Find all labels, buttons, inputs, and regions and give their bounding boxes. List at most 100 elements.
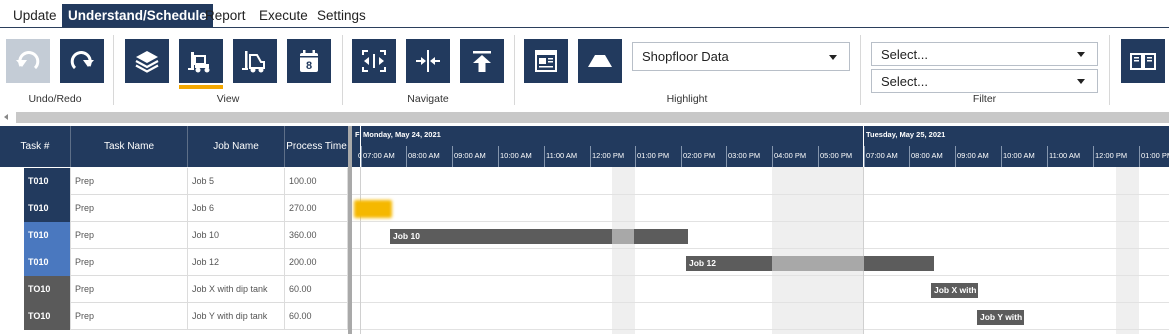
undo-icon — [16, 50, 40, 70]
grid-header: Task # Task Name Job Name Process Time — [0, 126, 348, 167]
compress-button[interactable] — [406, 39, 450, 83]
divider — [1109, 35, 1110, 105]
bar-label: Job Y with — [980, 312, 1023, 322]
scroll-top-button[interactable] — [460, 39, 504, 83]
chevron-down-icon — [829, 54, 837, 60]
table-row[interactable]: T010 Prep Job 10 360.00 — [0, 222, 348, 249]
menu-understand-schedule[interactable]: Understand/Schedule — [62, 4, 213, 27]
calendar-button[interactable]: 8 — [287, 39, 331, 83]
gantt-row — [352, 276, 1169, 303]
gantt-bar-job-10[interactable]: Job 10 — [390, 229, 688, 244]
hour-label: 11:00 AM — [546, 151, 578, 160]
menu-report[interactable]: Report — [199, 4, 252, 27]
task-name-cell: Prep — [71, 276, 188, 303]
menu-settings[interactable]: Settings — [311, 4, 372, 27]
filter-select-2[interactable]: Select... — [871, 69, 1098, 93]
report-icon — [535, 50, 557, 72]
hour-tick — [498, 146, 499, 167]
forklift-view-button[interactable] — [179, 39, 223, 83]
divider — [860, 35, 861, 105]
task-name-cell: Prep — [71, 303, 188, 330]
divider — [113, 35, 114, 105]
task-name-cell: Prep — [71, 168, 188, 195]
undo-button[interactable] — [6, 39, 50, 83]
gantt-bar-job-y[interactable]: Job Y with — [977, 310, 1024, 325]
hour-tick — [635, 146, 636, 167]
hour-tick — [406, 146, 407, 167]
bar-label: Job 12 — [689, 258, 716, 268]
task-name-cell: Prep — [71, 195, 188, 222]
task-number-cell: TO10 — [24, 276, 71, 303]
gantt-chart: F Monday, May 24, 2021 Tuesday, May 25, … — [352, 126, 1169, 334]
gantt-bar-job-x[interactable]: Job X with — [931, 283, 978, 298]
job-name-cell: Job Y with dip tank — [188, 303, 285, 330]
menu-bar: Update Understand/Schedule Report Execut… — [0, 0, 1169, 28]
table-row[interactable]: T010 Prep Job 12 200.00 — [0, 249, 348, 276]
job-name-cell: Job 5 — [188, 168, 285, 195]
hour-label: 12:00 PM — [592, 151, 625, 160]
layers-button[interactable] — [125, 39, 169, 83]
table-row[interactable]: T010 Prep Job 6 270.00 — [0, 195, 348, 222]
filter-select-1-value: Select... — [881, 46, 928, 62]
redo-icon — [70, 50, 94, 70]
bar-segment — [772, 256, 864, 271]
book-icon — [1130, 53, 1156, 70]
gantt-bar-job-6[interactable] — [354, 200, 392, 218]
row-indicator — [0, 303, 24, 330]
task-number-cell: T010 — [24, 222, 71, 249]
task-number-cell: TO10 — [24, 303, 71, 330]
hour-tick — [955, 146, 956, 167]
expand-button[interactable] — [352, 39, 396, 83]
scrollbar-thumb[interactable] — [16, 112, 1169, 123]
job-name-cell: Job 6 — [188, 195, 285, 222]
report-button[interactable] — [524, 39, 568, 83]
group-label-undo-redo: Undo/Redo — [28, 93, 82, 105]
hour-label: 07:00 AM — [363, 151, 395, 160]
job-name-cell: Job X with dip tank — [188, 276, 285, 303]
process-time-cell: 200.00 — [285, 249, 348, 276]
filter-select-1[interactable]: Select... — [871, 42, 1098, 66]
day-label-tuesday: Tuesday, May 25, 2021 — [866, 130, 946, 139]
highlight-select[interactable]: Shopfloor Data — [632, 42, 850, 71]
table-row[interactable]: TO10 Prep Job Y with dip tank 60.00 — [0, 303, 348, 330]
hour-label: 03:00 PM — [728, 151, 761, 160]
hour-tick — [544, 146, 545, 167]
table-row[interactable]: T010 Prep Job 5 100.00 — [0, 168, 348, 195]
day-start-line — [360, 167, 361, 334]
row-indicator — [0, 222, 24, 249]
hour-label: 04:00 PM — [774, 151, 807, 160]
hour-tick — [590, 146, 591, 167]
bar-label: Job X with — [934, 285, 977, 295]
group-label-view: View — [216, 93, 240, 105]
menu-update[interactable]: Update — [7, 4, 63, 27]
hour-label: 01:00 PM — [637, 151, 670, 160]
column-header-task-number[interactable]: Task # — [0, 126, 71, 167]
hour-label: 10:00 AM — [500, 151, 532, 160]
hour-label: 09:00 AM — [454, 151, 486, 160]
column-header-job-name[interactable]: Job Name — [188, 126, 285, 167]
table-row[interactable]: TO10 Prep Job X with dip tank 60.00 — [0, 276, 348, 303]
hour-label: 11:00 AM — [1049, 151, 1081, 160]
forklift-icon — [188, 52, 210, 73]
hour-label: 01:00 PM — [1141, 151, 1169, 160]
process-time-cell: 360.00 — [285, 222, 348, 249]
gantt-bar-job-12[interactable]: Job 12 — [686, 256, 934, 271]
day-label-monday: Monday, May 24, 2021 — [363, 130, 441, 139]
hour-label: 10:00 AM — [1003, 151, 1035, 160]
book-button[interactable] — [1121, 39, 1165, 83]
ribbon: Undo/Redo 8 View Navigate Shopfloor Data… — [0, 29, 1169, 109]
chevron-down-icon — [1077, 79, 1085, 84]
redo-button[interactable] — [60, 39, 104, 83]
scroll-top-icon — [473, 51, 491, 72]
compress-horizontal-icon — [416, 50, 440, 72]
scroll-left-arrow-icon[interactable] — [4, 114, 8, 120]
divider — [342, 35, 343, 105]
task-number-cell: T010 — [24, 168, 71, 195]
hour-label: 08:00 AM — [408, 151, 440, 160]
column-header-task-name[interactable]: Task Name — [71, 126, 188, 167]
menu-execute[interactable]: Execute — [253, 4, 314, 27]
trapezoid-button[interactable] — [578, 39, 622, 83]
column-header-process-time[interactable]: Process Time — [285, 126, 348, 167]
horizontal-scrollbar[interactable] — [0, 110, 1169, 125]
forklift-outline-button[interactable] — [233, 39, 277, 83]
